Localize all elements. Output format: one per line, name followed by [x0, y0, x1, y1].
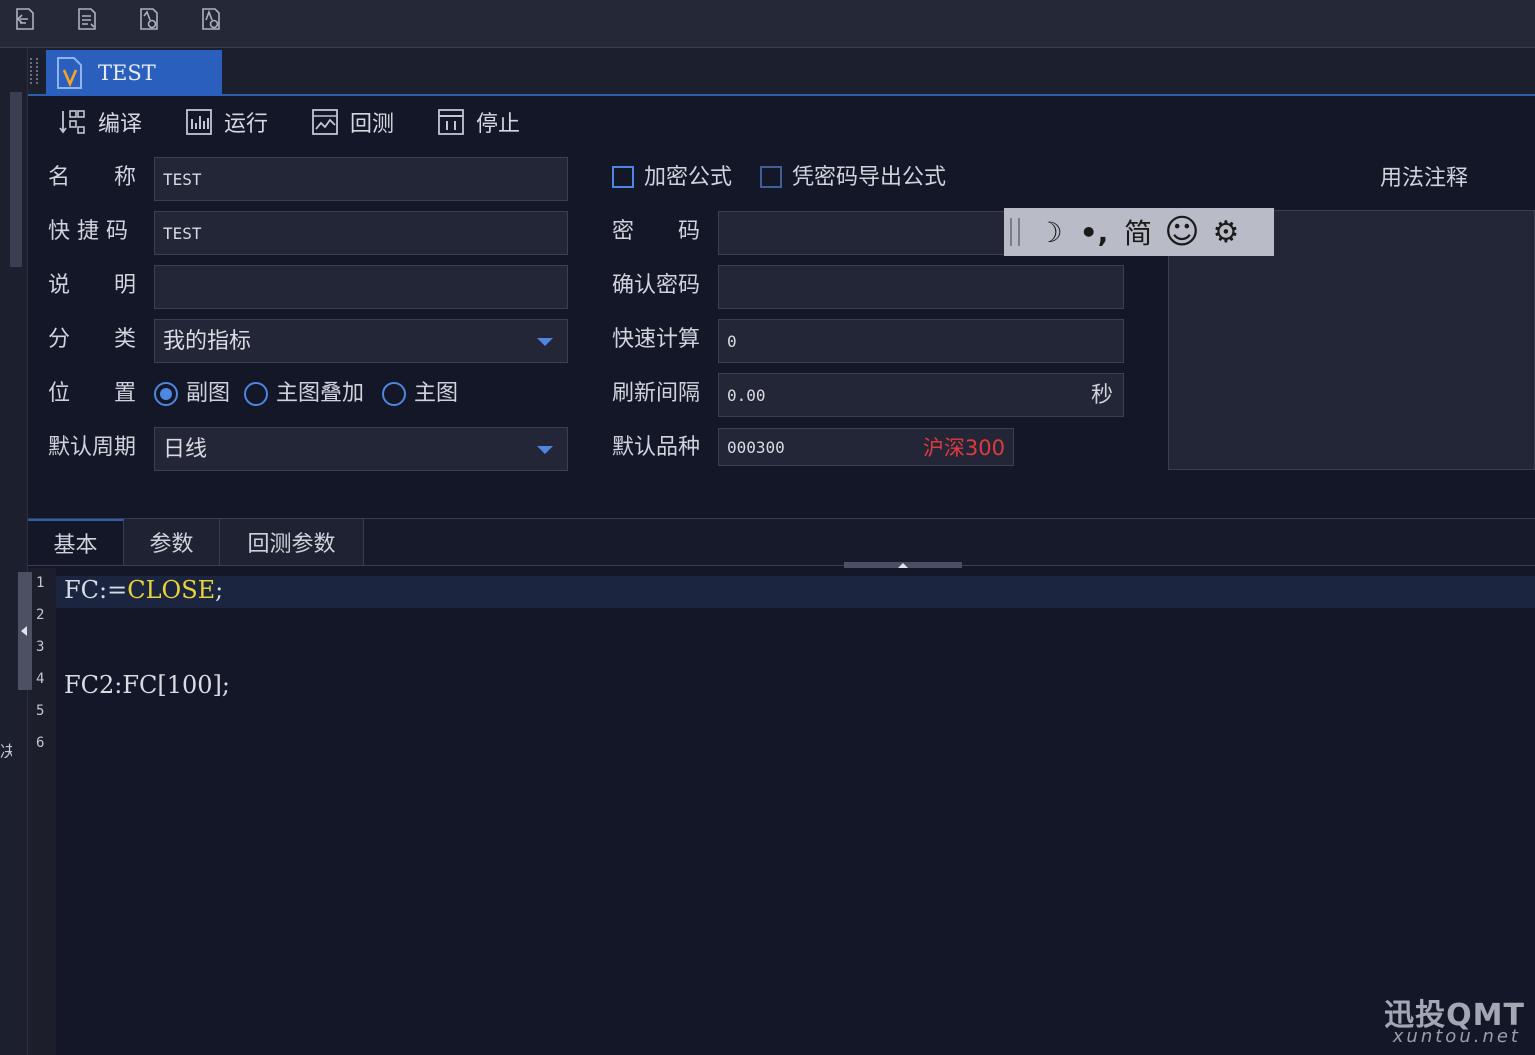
import-icon[interactable] [10, 4, 40, 34]
refresh-label: 刷新间隔 [612, 381, 701, 406]
line-number: 5 [36, 703, 45, 719]
default-symbol-name: 沪深300 [922, 436, 1005, 460]
radio-subchart-label: 副图 [186, 381, 231, 406]
radio-main-chart[interactable] [382, 382, 406, 406]
tab-test[interactable]: TEST [46, 50, 222, 96]
top-toolbar [0, 0, 1535, 48]
quick-calc-label: 快速计算 [612, 327, 701, 352]
radio-main-overlay-label: 主图叠加 [276, 381, 365, 406]
radio-main-overlay[interactable] [244, 382, 268, 406]
backtest-chart-icon [312, 109, 338, 135]
simplified-chinese-icon[interactable]: 简 [1116, 212, 1160, 252]
chevron-down-icon [537, 338, 553, 346]
formula-settings-icon[interactable] [134, 4, 164, 34]
line-number: 3 [36, 639, 45, 655]
period-select[interactable]: 日线 [154, 427, 568, 471]
usage-notes-title: 用法注释 [1380, 166, 1469, 191]
moon-icon[interactable]: ☽ [1028, 212, 1072, 252]
punctuation-icon[interactable]: •, [1072, 212, 1116, 252]
export-pwd-label: 凭密码导出公式 [792, 165, 947, 190]
shortcut-input[interactable]: TEST [154, 211, 568, 255]
ime-grip-handle[interactable] [1010, 218, 1020, 246]
run-chart-icon [186, 109, 212, 135]
period-label: 默认周期 [48, 435, 137, 460]
stop-icon [438, 109, 464, 135]
password-label: 密 码 [612, 219, 701, 244]
watermark-url: xuntou.net [1392, 1026, 1521, 1047]
code-token: FC:= [64, 576, 128, 604]
export-icon[interactable] [72, 4, 102, 34]
default-symbol-code: 000300 [727, 438, 785, 457]
stop-button[interactable]: 停止 [436, 104, 520, 140]
category-value: 我的指标 [163, 329, 252, 354]
name-label: 名 称 [48, 165, 137, 190]
radio-subchart[interactable] [154, 382, 178, 406]
tab-grip-handle[interactable] [30, 58, 38, 84]
radio-main-chart-label: 主图 [414, 381, 459, 406]
ime-toolbar: ☽ •, 简 ☺ ⚙ [1004, 208, 1274, 256]
encrypt-label: 加密公式 [644, 165, 733, 190]
compile-icon [59, 110, 85, 134]
code-token: ; [215, 576, 224, 604]
confirm-password-label: 确认密码 [612, 273, 701, 298]
refresh-value: 0.00 [727, 386, 766, 405]
left-panel-label: 决 [0, 742, 12, 758]
tab-basic[interactable]: 基本 [28, 519, 124, 565]
backtest-button[interactable]: 回测 [310, 104, 394, 140]
run-button[interactable]: 运行 [184, 104, 268, 140]
code-line-1[interactable]: FC:=CLOSE; [64, 576, 223, 604]
line-number: 6 [36, 735, 45, 751]
tab-params[interactable]: 参数 [124, 519, 220, 565]
encrypt-checkbox[interactable] [612, 166, 634, 188]
shortcut-label: 快 捷 码 [48, 219, 128, 244]
description-label: 说 明 [48, 273, 137, 298]
compile-button[interactable]: 编译 [58, 104, 142, 140]
tab-backtest-params[interactable]: 回测参数 [220, 519, 364, 565]
emoji-icon[interactable]: ☺ [1160, 212, 1204, 252]
line-number: 4 [36, 671, 45, 687]
chevron-down-icon [537, 446, 553, 454]
code-keyword: CLOSE [127, 576, 216, 604]
current-line-highlight [56, 576, 1535, 608]
left-scrollbar[interactable] [10, 92, 22, 267]
period-value: 日线 [163, 437, 208, 462]
formula-file-icon [57, 57, 82, 89]
line-number: 2 [36, 607, 45, 623]
gear-icon[interactable]: ⚙ [1204, 212, 1248, 252]
category-select[interactable]: 我的指标 [154, 319, 568, 363]
refresh-input[interactable]: 0.00 秒 [718, 373, 1124, 417]
code-editor[interactable] [28, 568, 1535, 1055]
quick-calc-input[interactable]: 0 [718, 319, 1124, 363]
export-pwd-checkbox[interactable] [760, 166, 782, 188]
code-line-4[interactable]: FC2:FC[100]; [64, 671, 230, 699]
formula-manage-icon[interactable] [196, 4, 226, 34]
confirm-password-input[interactable] [718, 265, 1124, 309]
description-input[interactable] [154, 265, 568, 309]
tab-test-label: TEST [98, 61, 156, 85]
default-symbol-label: 默认品种 [612, 435, 701, 460]
collapse-panel-handle[interactable] [18, 572, 32, 690]
refresh-unit: 秒 [1090, 383, 1113, 408]
line-number: 1 [36, 575, 45, 591]
document-tab-strip [28, 48, 1535, 96]
name-input[interactable]: TEST [154, 157, 568, 201]
category-label: 分 类 [48, 327, 137, 352]
position-label: 位 置 [48, 381, 137, 406]
default-symbol-input[interactable]: 000300 沪深300 [718, 428, 1014, 466]
